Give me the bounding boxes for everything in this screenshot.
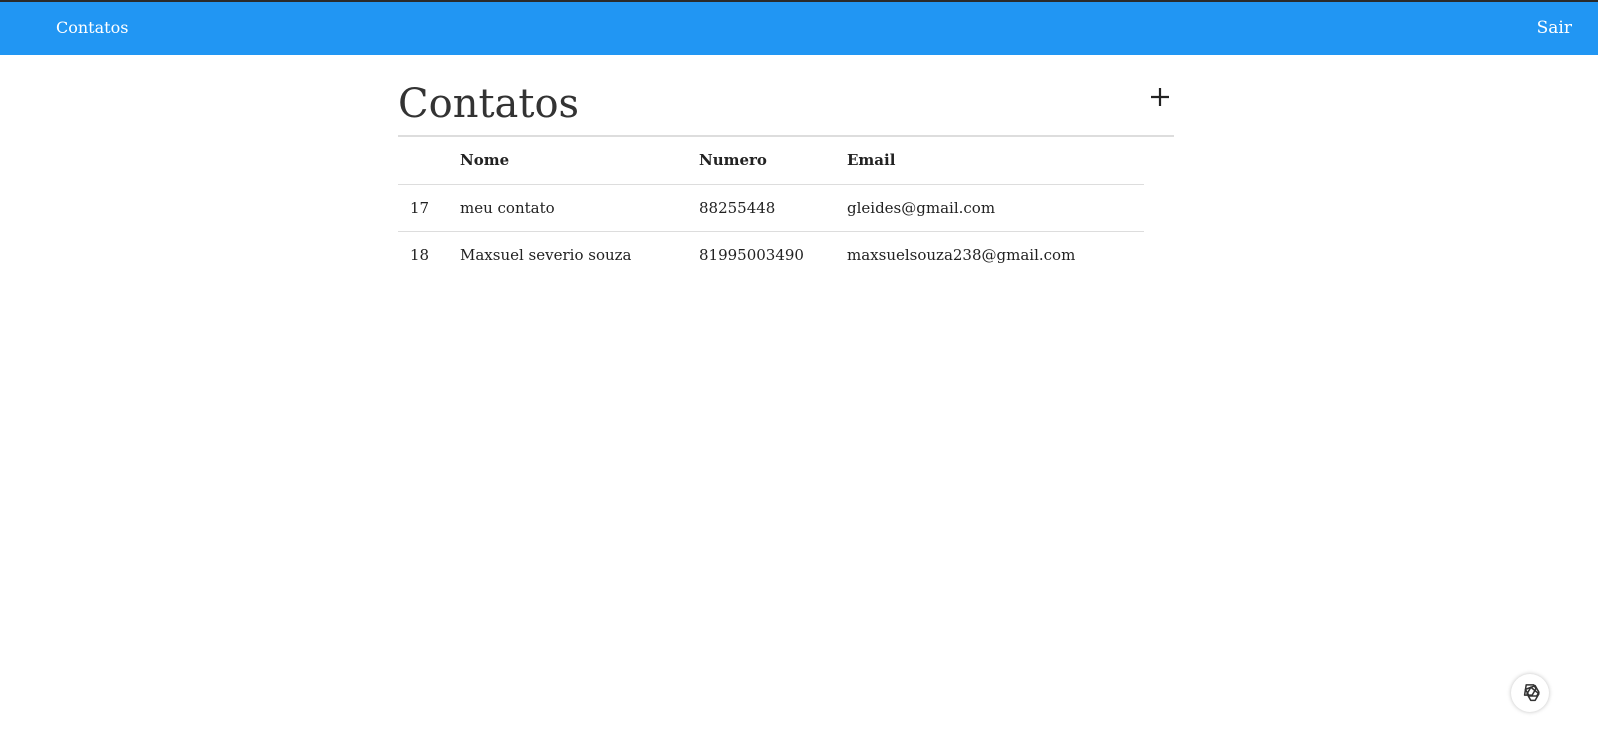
column-header-email: Email xyxy=(835,137,1144,185)
top-navbar: Contatos Sair xyxy=(0,0,1598,55)
cell-id: 17 xyxy=(398,184,448,232)
brand-link[interactable]: Contatos xyxy=(56,18,128,37)
page-header: Contatos xyxy=(398,55,1174,137)
column-header-nome: Nome xyxy=(448,137,687,185)
page-title: Contatos xyxy=(398,81,580,127)
column-header-id xyxy=(398,137,448,185)
contacts-table: Nome Numero Email 17 meu contato 8825544… xyxy=(398,137,1144,278)
cell-nome: meu contato xyxy=(448,184,687,232)
logout-link[interactable]: Sair xyxy=(1537,18,1572,38)
cell-id: 18 xyxy=(410,245,430,264)
table-header-row: Nome Numero Email xyxy=(398,137,1144,185)
openai-logo-icon xyxy=(1523,684,1540,702)
cell-email: gleides@gmail.com xyxy=(835,184,1144,232)
table-row[interactable]: 17 meu contato 88255448 gleides@gmail.co… xyxy=(398,184,1144,232)
table-row[interactable]: 18 Maxsuel severio souza 81995003490 max… xyxy=(398,231,1144,278)
plus-icon xyxy=(1151,88,1169,106)
column-header-numero: Numero xyxy=(687,137,835,185)
chat-assistant-button[interactable] xyxy=(1511,674,1549,712)
cell-numero: 88255448 xyxy=(687,184,835,232)
main-content: Contatos Nome Numero Email 17 meu contat… xyxy=(398,55,1174,278)
cell-numero: 81995003490 xyxy=(699,245,804,264)
cell-nome: Maxsuel severio souza xyxy=(460,245,632,264)
add-contact-button[interactable] xyxy=(1148,85,1172,109)
cell-email: maxsuelsouza238@gmail.com xyxy=(847,245,1076,264)
